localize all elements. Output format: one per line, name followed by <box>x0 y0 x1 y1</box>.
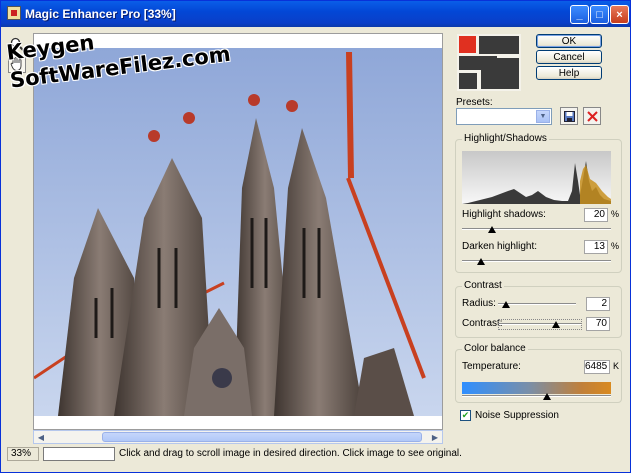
histogram <box>462 151 611 204</box>
highlight-shadows-group: Highlight/Shadows Highlight shadows: 20 … <box>455 133 622 273</box>
contrast-slider[interactable] <box>498 319 582 330</box>
highlight-shadows-unit: % <box>611 209 620 219</box>
temperature-unit: K <box>613 361 620 371</box>
contrast-title: Contrast <box>462 280 504 291</box>
scrollbar-thumb[interactable] <box>102 432 422 442</box>
preview-image[interactable] <box>34 48 442 416</box>
zoom-level: 33% <box>7 447 39 461</box>
slider-track <box>462 228 611 230</box>
help-button[interactable]: Help <box>536 66 602 80</box>
highlight-shadows-slider[interactable] <box>462 225 611 235</box>
radius-label: Radius: <box>462 298 496 309</box>
slider-thumb[interactable] <box>543 393 551 400</box>
status-message: Click and drag to scroll image in desire… <box>119 448 462 459</box>
temperature-value[interactable]: 6485 <box>584 360 610 374</box>
app-icon <box>7 6 21 20</box>
slider-thumb[interactable] <box>552 321 560 328</box>
darken-highlight-value[interactable]: 13 <box>584 240 608 254</box>
temperature-slider[interactable] <box>462 392 611 402</box>
tool-strip <box>6 33 28 443</box>
slider-thumb[interactable] <box>477 258 485 265</box>
highlight-shadows-label: Highlight shadows: <box>462 209 546 220</box>
presets-dropdown[interactable]: ▼ <box>456 108 552 125</box>
slider-thumb[interactable] <box>488 226 496 233</box>
scroll-left-icon[interactable]: ◀ <box>35 432 47 442</box>
horizontal-scrollbar[interactable]: ◀ ▶ <box>33 430 443 444</box>
progress-bar <box>43 447 115 461</box>
app-logo <box>457 34 521 91</box>
contrast-label: Contrast: <box>462 318 503 329</box>
chevron-down-icon[interactable]: ▼ <box>536 110 550 123</box>
status-bar: 33% Click and drag to scroll image in de… <box>5 446 627 464</box>
delete-preset-button[interactable] <box>583 107 601 125</box>
title-bar[interactable]: Magic Enhancer Pro [33%] _ □ × <box>1 1 630 27</box>
color-balance-group: Color balance Temperature: 6485 K <box>455 343 622 403</box>
cancel-button[interactable]: Cancel <box>536 50 602 64</box>
window-title: Magic Enhancer Pro [33%] <box>25 7 176 21</box>
highlight-shadows-value[interactable]: 20 <box>584 208 608 222</box>
presets-label: Presets: <box>456 97 493 108</box>
delete-icon <box>586 110 598 122</box>
slider-track <box>499 323 581 325</box>
close-button[interactable]: × <box>610 5 629 24</box>
image-canvas[interactable] <box>33 33 443 430</box>
darken-highlight-label: Darken highlight: <box>462 241 538 252</box>
minimize-button[interactable]: _ <box>570 5 589 24</box>
maximize-button[interactable]: □ <box>590 5 609 24</box>
radius-value[interactable]: 2 <box>586 297 610 311</box>
noise-suppression-checkbox[interactable]: ✔ <box>460 410 471 421</box>
save-preset-button[interactable] <box>560 107 578 125</box>
contrast-group: Contrast Radius: 2 Contrast: 70 <box>455 280 622 338</box>
highlight-shadows-title: Highlight/Shadows <box>462 133 549 144</box>
slider-thumb[interactable] <box>502 301 510 308</box>
app-window: Magic Enhancer Pro [33%] _ □ × ◀ ▶ Keyge… <box>0 0 631 473</box>
color-balance-title: Color balance <box>462 343 528 354</box>
scroll-right-icon[interactable]: ▶ <box>429 432 441 442</box>
darken-highlight-unit: % <box>611 241 620 251</box>
contrast-value[interactable]: 70 <box>586 317 610 331</box>
floppy-disk-icon <box>563 110 575 122</box>
slider-track <box>462 395 611 397</box>
settings-panel: OK Cancel Help Presets: ▼ Highlight/Shad… <box>453 31 628 443</box>
temperature-label: Temperature: <box>462 361 521 372</box>
darken-highlight-slider[interactable] <box>462 257 611 267</box>
ok-button[interactable]: OK <box>536 34 602 48</box>
noise-suppression-label[interactable]: Noise Suppression <box>475 410 559 421</box>
radius-slider[interactable] <box>498 300 576 310</box>
